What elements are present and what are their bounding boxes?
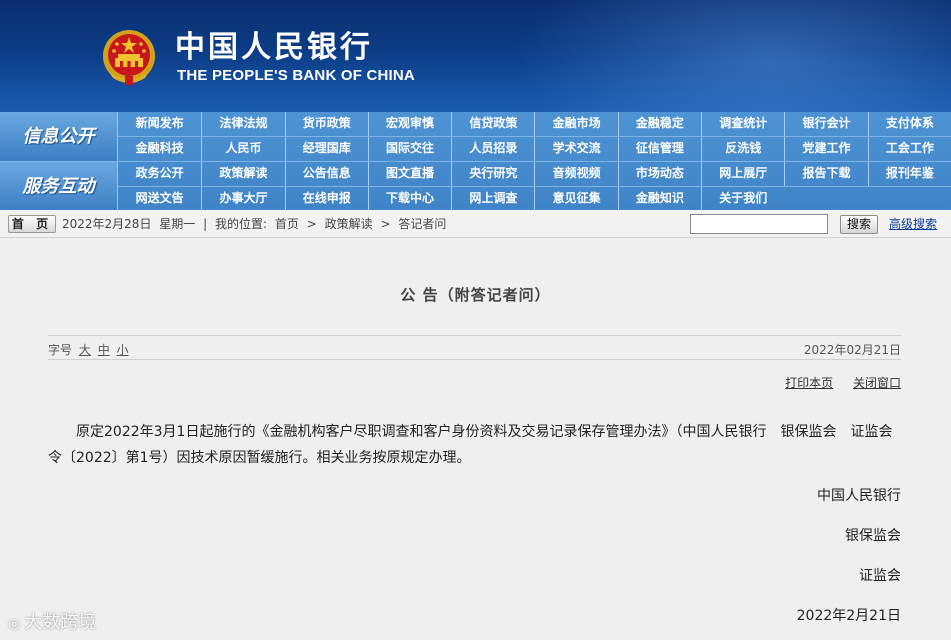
- signature-date: 2022年2月21日: [796, 608, 901, 624]
- nav-item[interactable]: 网上调查: [451, 187, 534, 211]
- signature-cbirc: 银保监会: [845, 528, 901, 544]
- nav-item[interactable]: 支付体系: [867, 112, 951, 136]
- nav-item[interactable]: 调查统计: [701, 112, 784, 136]
- close-window-link[interactable]: 关闭窗口: [853, 376, 901, 390]
- nav-row-4: 网送文告 办事大厅 在线申报 下载中心 网上调查 意见征集 金融知识 关于我们: [118, 187, 951, 211]
- nav-item[interactable]: 市场动态: [617, 162, 701, 186]
- main-nav: 信息公开 新闻发布 法律法规 货币政策 宏观审慎 信贷政策 金融市场 金融稳定 …: [0, 112, 951, 211]
- chevron-right-icon: >: [306, 217, 317, 231]
- publish-date: 2022年02月21日: [803, 343, 901, 357]
- breadcrumb: 2022年2月28日 星期一 | 我的位置: 首页 > 政策解读 > 答记者问: [62, 210, 450, 238]
- nav-item[interactable]: 音频视频: [534, 162, 617, 186]
- nav-item[interactable]: 政务公开: [118, 162, 201, 186]
- nav-item[interactable]: 工会工作: [867, 137, 951, 161]
- font-size-medium-link[interactable]: 中: [98, 343, 110, 357]
- page-title: 公 告（附答记者问）: [400, 286, 551, 304]
- nav-item[interactable]: 下载中心: [367, 187, 451, 211]
- nav-item[interactable]: 网上展厅: [701, 162, 784, 186]
- nav-item[interactable]: 信贷政策: [451, 112, 534, 136]
- nav-group-info: 信息公开 新闻发布 法律法规 货币政策 宏观审慎 信贷政策 金融市场 金融稳定 …: [0, 112, 951, 161]
- nav-item[interactable]: 货币政策: [284, 112, 368, 136]
- signature-csrc: 证监会: [859, 568, 901, 584]
- nav-item[interactable]: 法律法规: [201, 112, 284, 136]
- watermark-logo-icon: ◎: [8, 616, 21, 632]
- search-button[interactable]: 搜索: [840, 215, 878, 234]
- nav-row-1: 新闻发布 法律法规 货币政策 宏观审慎 信贷政策 金融市场 金融稳定 调查统计 …: [118, 112, 951, 136]
- watermark-text: 大数跨境: [24, 612, 97, 633]
- nav-row-3: 政务公开 政策解读 公告信息 图文直播 央行研究 音频视频 市场动态 网上展厅 …: [118, 162, 951, 186]
- breadcrumb-item-policy[interactable]: 政策解读: [325, 217, 373, 231]
- signature-pboc: 中国人民银行: [817, 488, 901, 504]
- nav-item[interactable]: 意见征集: [534, 187, 617, 211]
- bank-name-cn[interactable]: 中国人民银行: [175, 31, 373, 65]
- header-banner: 中国人民银行 THE PEOPLE'S BANK OF CHINA: [0, 0, 951, 112]
- nav-item[interactable]: 国际交往: [367, 137, 451, 161]
- font-size-switcher: 字号 大 中 小: [48, 341, 129, 358]
- nav-item[interactable]: 人民币: [201, 137, 284, 161]
- article-area: 公 告（附答记者问） 字号 大 中 小 2022年02月21日 打印本页 关闭窗…: [0, 238, 951, 640]
- nav-item[interactable]: 反洗钱: [701, 137, 784, 161]
- divider: [48, 335, 901, 336]
- nav-item[interactable]: 征信管理: [617, 137, 701, 161]
- nav-item[interactable]: 图文直播: [367, 162, 451, 186]
- current-weekday: 星期一: [159, 217, 196, 231]
- nav-item[interactable]: 党建工作: [784, 137, 867, 161]
- breadcrumb-item-home[interactable]: 首页: [275, 217, 299, 231]
- article-body: 原定2022年3月1日起施行的《金融机构客户尽职调查和客户身份资料及交易记录保存…: [48, 424, 893, 466]
- nav-item[interactable]: 办事大厅: [201, 187, 284, 211]
- nav-item[interactable]: 金融知识: [617, 187, 701, 211]
- breadcrumb-separator: |: [203, 217, 208, 231]
- nav-item[interactable]: 金融市场: [534, 112, 617, 136]
- bank-name-en[interactable]: THE PEOPLE'S BANK OF CHINA: [177, 67, 415, 84]
- search-input[interactable]: [690, 214, 828, 234]
- nav-group-service: 服务互动 政务公开 政策解读 公告信息 图文直播 央行研究 音频视频 市场动态 …: [0, 161, 951, 211]
- nav-item[interactable]: 网送文告: [118, 187, 201, 211]
- nav-item[interactable]: 学术交流: [534, 137, 617, 161]
- nav-item[interactable]: 银行会计: [784, 112, 867, 136]
- chevron-right-icon: >: [380, 217, 391, 231]
- print-page-link[interactable]: 打印本页: [785, 376, 833, 390]
- breadcrumb-bar: 首 页 2022年2月28日 星期一 | 我的位置: 首页 > 政策解读 > 答…: [0, 210, 951, 238]
- divider: [48, 359, 901, 360]
- nav-item[interactable]: 在线申报: [284, 187, 368, 211]
- nav-item[interactable]: 金融稳定: [617, 112, 701, 136]
- current-date: 2022年2月28日: [62, 217, 152, 231]
- banner-glow: [511, 0, 951, 112]
- nav-item[interactable]: 经理国库: [284, 137, 368, 161]
- nav-item[interactable]: 关于我们: [701, 187, 784, 211]
- breadcrumb-item-qa[interactable]: 答记者问: [398, 217, 446, 231]
- article-tools: 打印本页 关闭窗口: [769, 374, 901, 391]
- nav-group-label-service: 服务互动: [0, 162, 118, 211]
- nav-item[interactable]: 人员招录: [451, 137, 534, 161]
- nav-item[interactable]: 金融科技: [118, 137, 201, 161]
- nav-group-label-info: 信息公开: [0, 112, 118, 161]
- font-size-label: 字号: [48, 343, 73, 357]
- nav-row-2: 金融科技 人民币 经理国库 国际交往 人员招录 学术交流 征信管理 反洗钱 党建…: [118, 137, 951, 161]
- nav-item[interactable]: 宏观审慎: [367, 112, 451, 136]
- nav-item[interactable]: 政策解读: [201, 162, 284, 186]
- font-size-small-link[interactable]: 小: [117, 343, 129, 357]
- advanced-search-link[interactable]: 高级搜索: [889, 210, 937, 238]
- nav-item[interactable]: 报刊年鉴: [867, 162, 951, 186]
- home-button[interactable]: 首 页: [8, 215, 56, 233]
- watermark: ◎ 大数跨境: [8, 608, 96, 634]
- national-emblem-icon[interactable]: [101, 28, 157, 86]
- nav-item[interactable]: 新闻发布: [118, 112, 201, 136]
- location-label: 我的位置:: [215, 217, 268, 231]
- nav-item[interactable]: 公告信息: [284, 162, 368, 186]
- nav-item[interactable]: 央行研究: [451, 162, 534, 186]
- font-size-large-link[interactable]: 大: [79, 343, 91, 357]
- nav-item[interactable]: 报告下载: [784, 162, 867, 186]
